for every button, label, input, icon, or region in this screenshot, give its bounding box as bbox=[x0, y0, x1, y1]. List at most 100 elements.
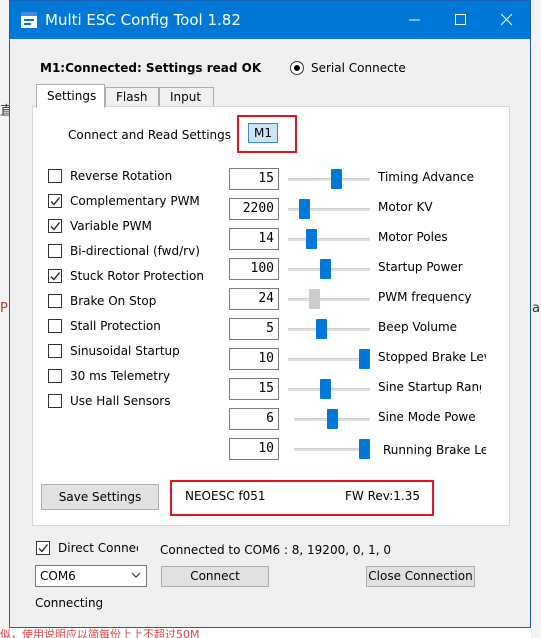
save-settings-button[interactable]: Save Settings bbox=[41, 484, 159, 510]
checkbox-box bbox=[48, 194, 62, 208]
slider-label: Stopped Brake Level bbox=[378, 350, 486, 364]
checkmark-icon bbox=[50, 197, 61, 206]
checkbox-label: Brake On Stop bbox=[70, 294, 157, 308]
slider-track[interactable] bbox=[288, 328, 370, 331]
tab-flash[interactable]: Flash bbox=[105, 87, 159, 107]
checkbox-label: Bi-directional (fwd/rv) bbox=[70, 244, 200, 258]
radio-label: Serial Connected bbox=[311, 61, 406, 75]
checkbox-label: Variable PWM bbox=[70, 219, 152, 233]
slider-thumb[interactable] bbox=[306, 229, 317, 249]
slider-thumb[interactable] bbox=[359, 439, 370, 459]
option-checkbox[interactable]: Stuck Rotor Protection bbox=[48, 267, 204, 285]
checkbox-label: Stuck Rotor Protection bbox=[70, 269, 204, 283]
checkbox-box bbox=[48, 369, 62, 383]
minimize-icon bbox=[409, 19, 420, 21]
port-select[interactable]: COM6 bbox=[35, 565, 147, 587]
slider-label: Motor KV bbox=[378, 200, 433, 214]
highlight-box bbox=[237, 115, 297, 153]
slider-value-field[interactable]: 24 bbox=[229, 288, 279, 310]
direct-connect-checkbox[interactable]: Direct Connect bbox=[36, 541, 138, 555]
chevron-down-icon bbox=[131, 572, 141, 578]
slider-label: Beep Volume bbox=[378, 320, 458, 334]
checkbox-box bbox=[48, 244, 62, 258]
esc-name: NEOESC f051 bbox=[185, 489, 266, 503]
slider-track[interactable] bbox=[288, 358, 370, 361]
checkmark-icon bbox=[38, 544, 49, 553]
option-checkbox[interactable]: Variable PWM bbox=[48, 217, 152, 235]
checkbox-box bbox=[48, 394, 62, 408]
checkmark-icon bbox=[50, 272, 61, 281]
status-text: Connecting bbox=[35, 596, 104, 610]
tab-settings[interactable]: Settings bbox=[36, 84, 105, 108]
checkbox-box bbox=[48, 219, 62, 233]
option-checkbox[interactable]: Brake On Stop bbox=[48, 292, 156, 310]
checkbox-label: Complementary PWM bbox=[70, 194, 200, 208]
slider-value-field[interactable]: 5 bbox=[229, 318, 279, 340]
slider-label: Motor Poles bbox=[378, 230, 448, 244]
close-button[interactable] bbox=[484, 1, 530, 39]
direct-connect-label: Direct Connect bbox=[58, 541, 138, 555]
slider-label: Running Brake Level bbox=[383, 443, 486, 457]
slider-thumb[interactable] bbox=[327, 409, 338, 429]
slider-value-field[interactable]: 2200 bbox=[229, 198, 279, 220]
background-left bbox=[0, 0, 9, 638]
checkbox-label: Use Hall Sensors bbox=[70, 394, 171, 408]
checkbox-box bbox=[36, 541, 50, 555]
title-bar: Multi ESC Config Tool 1.82 bbox=[10, 1, 530, 39]
checkbox-box bbox=[48, 294, 62, 308]
option-checkbox[interactable]: Complementary PWM bbox=[48, 192, 200, 210]
slider-value-field[interactable]: 14 bbox=[229, 228, 279, 250]
checkbox-box bbox=[48, 269, 62, 283]
option-checkbox[interactable]: 30 ms Telemetry bbox=[48, 367, 170, 385]
slider-label: Sine Startup Range bbox=[378, 380, 481, 394]
slider-track[interactable] bbox=[288, 178, 370, 181]
slider-thumb[interactable] bbox=[331, 169, 342, 189]
slider-value-field[interactable]: 15 bbox=[229, 378, 279, 400]
slider-thumb[interactable] bbox=[359, 349, 370, 369]
connect-read-label: Connect and Read Settings bbox=[68, 128, 232, 142]
slider-value-field[interactable]: 100 bbox=[229, 258, 279, 280]
slider-value-field[interactable]: 10 bbox=[229, 438, 279, 460]
app-icon bbox=[21, 12, 37, 28]
slider-value-field[interactable]: 15 bbox=[229, 168, 279, 190]
checkbox-label: Sinusoidal Startup bbox=[70, 344, 180, 358]
serial-connected-radio[interactable]: Serial Connected bbox=[290, 61, 406, 75]
radio-indicator bbox=[290, 61, 304, 75]
maximize-button[interactable] bbox=[438, 1, 484, 39]
close-icon bbox=[501, 14, 513, 26]
checkbox-label: Stall Protection bbox=[70, 319, 161, 333]
slider-label: Sine Mode Power bbox=[378, 410, 476, 424]
background-glyph: a bbox=[532, 301, 540, 316]
slider-thumb[interactable] bbox=[309, 289, 320, 309]
app-window: Multi ESC Config Tool 1.82 M1:Connected:… bbox=[9, 0, 531, 628]
minimize-button[interactable] bbox=[392, 1, 438, 39]
close-connection-button[interactable]: Close Connection bbox=[366, 566, 475, 587]
option-checkbox[interactable]: Stall Protection bbox=[48, 317, 161, 335]
port-value: COM6 bbox=[40, 569, 76, 583]
tab-input[interactable]: Input bbox=[159, 87, 214, 107]
connection-status: M1:Connected: Settings read OK bbox=[40, 61, 262, 75]
slider-label: Startup Power bbox=[378, 260, 463, 274]
slider-label: PWM frequency bbox=[378, 290, 472, 304]
slider-track[interactable] bbox=[288, 238, 370, 241]
checkmark-icon bbox=[50, 222, 61, 231]
slider-thumb[interactable] bbox=[316, 319, 327, 339]
client-area: M1:Connected: Settings read OK Serial Co… bbox=[10, 39, 530, 627]
option-checkbox[interactable]: Use Hall Sensors bbox=[48, 392, 170, 410]
slider-thumb[interactable] bbox=[320, 379, 331, 399]
window-title: Multi ESC Config Tool 1.82 bbox=[45, 11, 241, 29]
slider-value-field[interactable]: 10 bbox=[229, 348, 279, 370]
option-checkbox[interactable]: Sinusoidal Startup bbox=[48, 342, 180, 360]
option-checkbox[interactable]: Bi-directional (fwd/rv) bbox=[48, 242, 200, 260]
connect-button[interactable]: Connect bbox=[161, 566, 269, 587]
slider-thumb[interactable] bbox=[320, 259, 331, 279]
slider-value-field[interactable]: 6 bbox=[229, 408, 279, 430]
option-checkbox[interactable]: Reverse Rotation bbox=[48, 167, 172, 185]
maximize-icon bbox=[455, 14, 466, 25]
slider-thumb[interactable] bbox=[299, 199, 310, 219]
slider-track[interactable] bbox=[288, 298, 370, 301]
connection-info: Connected to COM6 : 8, 19200, 0, 1, 0 bbox=[160, 543, 392, 557]
settings-panel: Connect and Read Settings M1 Reverse Rot… bbox=[32, 106, 510, 526]
checkbox-box bbox=[48, 344, 62, 358]
slider-label: Timing Advance bbox=[378, 170, 475, 184]
